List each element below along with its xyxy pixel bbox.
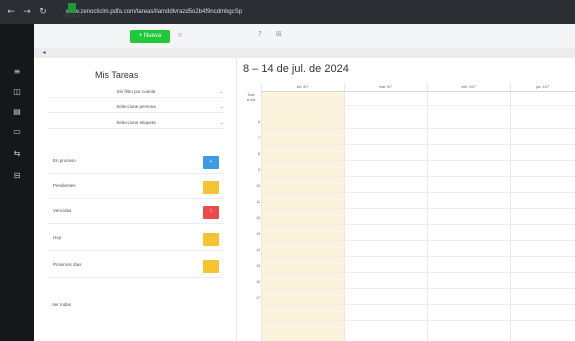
logo-mark-icon [68, 3, 76, 13]
category-label: Hoy [53, 235, 62, 240]
view-all-link[interactable]: Ver todas [52, 302, 71, 307]
hour-line [261, 160, 575, 161]
forward-icon[interactable]: → [22, 7, 32, 17]
hour-line [261, 176, 575, 177]
address-bar[interactable]: www.zenocticlm.pdfa.com/tareas/ilamddlvr… [66, 6, 242, 18]
week-calendar-grid[interactable]: lun. 8/7 mar. 9/7 mié. 10/7 jue. 11/7 To… [241, 83, 575, 341]
hour-line [261, 320, 575, 321]
hour-label: 8 [258, 152, 260, 156]
hour-label: 16 [256, 280, 260, 284]
hour-label: 9 [258, 168, 260, 172]
category-row-overdue[interactable]: Vencidas ! [48, 200, 224, 224]
hour-line [261, 304, 575, 305]
account-filter-select[interactable]: Sin filtro por cuenta ⌄ [48, 87, 224, 98]
grid-divider [344, 83, 345, 341]
tag-filter-label: Seleccione etiqueta [116, 120, 156, 125]
hour-label: 10 [256, 184, 260, 188]
calendar-title: 8 – 14 de jul. de 2024 [243, 63, 349, 75]
all-day-label-line2: el día [246, 98, 256, 102]
person-filter-select[interactable]: Seleccione persona ⌄ [48, 102, 224, 113]
chevron-down-icon: ⌄ [219, 104, 224, 110]
hour-label: 13 [256, 232, 260, 236]
category-label: Próximos días [53, 262, 82, 267]
new-task-button[interactable]: + Nueva [130, 30, 170, 43]
browser-toolbar: ← → ↻ www.zenocticlm.pdfa.com/tareas/ila… [0, 0, 575, 24]
category-label: Vencidas [53, 208, 72, 213]
category-color-badge [203, 233, 219, 246]
hour-label: 14 [256, 248, 260, 252]
hour-label: 11 [256, 200, 260, 204]
hour-label: 17 [256, 296, 260, 300]
hour-line [261, 208, 575, 209]
category-color-badge [203, 260, 219, 273]
day-header-thu[interactable]: jue. 11/7 [510, 83, 575, 91]
hour-line [261, 144, 575, 145]
hour-label: 15 [256, 264, 260, 268]
collapse-icon[interactable]: ◂ [38, 48, 50, 58]
search-icon[interactable]: ⌕ [178, 30, 182, 40]
category-color-badge [203, 181, 219, 194]
table-icon[interactable]: ⊟ [11, 170, 23, 182]
hour-line [261, 256, 575, 257]
day-header-wed[interactable]: mié. 10/7 [427, 83, 510, 91]
grid-divider [510, 83, 511, 341]
all-day-divider [261, 105, 575, 106]
hour-line [261, 224, 575, 225]
chevron-down-icon: ⌄ [219, 89, 224, 95]
hour-line [261, 128, 575, 129]
grid-divider [261, 83, 262, 341]
person-filter-label: Seleccione persona [116, 104, 156, 109]
hour-label: 6 [258, 120, 260, 124]
category-label: En proceso [53, 158, 76, 163]
hour-line [261, 272, 575, 273]
tag-filter-select[interactable]: Seleccione etiqueta ⌄ [48, 118, 224, 129]
transfer-icon[interactable]: ⇆ [11, 148, 23, 160]
grid-divider [427, 83, 428, 341]
category-row-in-progress[interactable]: En proceso + [48, 150, 224, 174]
menu-icon[interactable]: ≡ [11, 66, 23, 78]
hour-line [261, 288, 575, 289]
left-navigation-rail: ≡ ◫ ▤ ▭ ⇆ ⊟ [0, 24, 34, 341]
dashboard-icon[interactable]: ◫ [11, 86, 23, 98]
sub-toolbar [34, 48, 575, 58]
header-tools-icons[interactable]: ? ⊞ [258, 30, 288, 38]
category-label: Pendientes [53, 183, 76, 188]
logo-text: SINTYTUS [63, 14, 81, 18]
hour-label: 12 [256, 216, 260, 220]
category-color-badge: + [203, 156, 219, 169]
list-icon[interactable]: ▤ [11, 106, 23, 118]
reload-icon[interactable]: ↻ [38, 7, 48, 17]
window-icon[interactable]: ▭ [11, 126, 23, 138]
account-filter-label: Sin filtro por cuenta [116, 89, 156, 94]
hour-label: 7 [258, 136, 260, 140]
category-row-pending[interactable]: Pendientes [48, 175, 224, 199]
day-header-tue[interactable]: mar. 9/7 [344, 83, 427, 91]
category-row-upcoming[interactable]: Próximos días [48, 254, 224, 278]
chevron-down-icon: ⌄ [219, 120, 224, 126]
header-divider [261, 91, 575, 92]
app-logo[interactable]: SINTYTUS [62, 3, 82, 21]
panel-title: Mis Tareas [95, 70, 139, 80]
back-icon[interactable]: ← [6, 7, 16, 17]
category-row-today[interactable]: Hoy [48, 227, 224, 251]
day-header-mon[interactable]: lun. 8/7 [261, 83, 344, 91]
category-color-badge: ! [203, 206, 219, 219]
hour-line [261, 240, 575, 241]
all-day-label: Todo el día [241, 93, 261, 103]
hour-line [261, 192, 575, 193]
